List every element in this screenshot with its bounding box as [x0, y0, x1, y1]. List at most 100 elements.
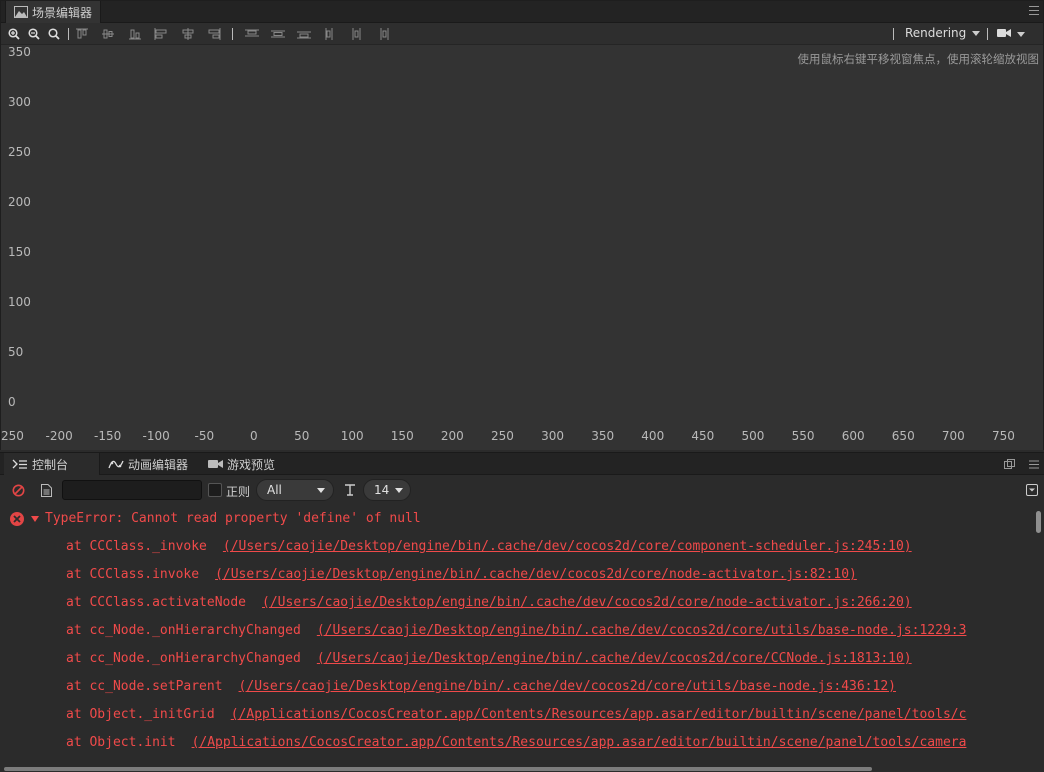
stack-frame-path-link[interactable]: (/Users/caojie/Desktop/engine/bin/.cache… — [223, 539, 912, 554]
font-size-icon — [343, 483, 357, 497]
x-tick-label: 350 — [591, 429, 615, 443]
x-tick-label: 500 — [741, 429, 765, 443]
x-tick-label: 550 — [791, 429, 815, 443]
stack-frame-function: at cc_Node._onHierarchyChanged — [66, 623, 301, 638]
stack-frame-function: at Object.init — [66, 735, 176, 750]
x-tick-label: 250 — [491, 429, 514, 443]
error-entry-header[interactable]: TypeError: Cannot read property 'define'… — [10, 511, 421, 526]
video-icon — [208, 459, 223, 469]
distribute-right-icon[interactable] — [376, 27, 390, 41]
console-panel: 控制台 动画编辑器 游戏预览 正则 All 14 TypeError: Cann… — [0, 452, 1044, 772]
chevron-down-icon — [1017, 31, 1025, 37]
toolbar-divider — [987, 28, 988, 40]
stack-frame: at cc_Node._onHierarchyChanged (/Users/ca… — [66, 623, 966, 638]
zoom-out-icon[interactable] — [27, 27, 41, 41]
console-log[interactable]: TypeError: Cannot read property 'define'… — [0, 509, 1034, 757]
stack-frame-path-link[interactable]: (/Applications/CocosCreator.app/Contents… — [192, 735, 967, 750]
scene-canvas[interactable]: 使用鼠标右键平移视窗焦点，使用滚轮缩放视图 350 300 250 200 150 100… — [1, 45, 1043, 450]
console-vertical-scrollbar[interactable] — [1036, 509, 1041, 757]
regex-label: 正则 — [226, 485, 251, 499]
align-h-center-icon[interactable] — [181, 27, 195, 41]
console-horizontal-scrollbar[interactable] — [4, 767, 1040, 771]
animation-icon — [108, 459, 124, 470]
x-tick-label: -50 — [194, 429, 215, 443]
collapse-all-icon[interactable] — [1025, 483, 1039, 497]
y-tick-label: 250 — [8, 145, 31, 159]
x-tick-label: -200 — [45, 429, 73, 443]
distribute-top-icon[interactable] — [245, 27, 259, 41]
align-left-icon[interactable] — [154, 27, 168, 41]
x-tick-label: 300 — [541, 429, 564, 443]
console-toolbar: 正则 All 14 — [0, 476, 1044, 504]
panel-menu-icon[interactable] — [1029, 6, 1039, 16]
stack-frame-function: at Object._initGrid — [66, 707, 215, 722]
y-tick-label: 350 — [8, 45, 31, 59]
popout-icon[interactable] — [1004, 458, 1016, 470]
stack-frame-function: at CCClass._invoke — [66, 539, 207, 554]
stack-frame-path-link[interactable]: (/Users/caojie/Desktop/engine/bin/.cache… — [317, 651, 912, 666]
x-tick-label: 600 — [841, 429, 865, 443]
zoom-in-icon[interactable] — [7, 27, 21, 41]
scene-editor-panel: 场景编辑器 Rendering 使用鼠标右键平移视窗焦点，使用滚轮缩放视图 35… — [0, 0, 1044, 450]
x-tick-label: 650 — [891, 429, 915, 443]
font-size-select[interactable]: 14 — [363, 479, 411, 501]
stack-frame-path-link[interactable]: (/Users/caojie/Desktop/engine/bin/.cache… — [317, 623, 967, 638]
align-bottom-icon[interactable] — [128, 27, 142, 41]
align-right-icon[interactable] — [207, 27, 221, 41]
zoom-reset-icon[interactable] — [47, 27, 61, 41]
distribute-v-center-icon[interactable] — [271, 27, 285, 41]
navigation-hint: 使用鼠标右键平移视窗焦点，使用滚轮缩放视图 — [797, 52, 1040, 66]
scene-tabbar: 场景编辑器 — [1, 1, 1043, 23]
x-tick-label: 100 — [340, 429, 364, 443]
y-tick-label: 50 — [8, 345, 24, 359]
stack-frame-function: at CCClass.invoke — [66, 567, 200, 582]
x-tick-label: -100 — [142, 429, 170, 443]
scene-tab-label: 场景编辑器 — [32, 5, 93, 20]
stack-frame-path-link[interactable]: (/Users/caojie/Desktop/engine/bin/.cache… — [215, 567, 857, 582]
x-tick-label: 750 — [992, 429, 1015, 443]
filter-input[interactable] — [62, 480, 202, 500]
y-tick-label: 300 — [8, 95, 31, 109]
chevron-down-icon — [972, 30, 981, 36]
x-tick-label: 700 — [941, 429, 965, 443]
distribute-bottom-icon[interactable] — [297, 27, 311, 41]
tab-game-preview[interactable]: 游戏预览 — [200, 453, 283, 475]
stack-frame-path-link[interactable]: (/Users/caojie/Desktop/engine/bin/.cache… — [239, 679, 896, 694]
log-level-value: All — [267, 483, 282, 497]
font-size-value: 14 — [374, 483, 390, 497]
scene-icon — [14, 6, 28, 18]
rendering-dropdown[interactable]: Rendering — [905, 26, 981, 40]
stack-frame-path-link[interactable]: (/Applications/CocosCreator.app/Contents… — [231, 707, 967, 722]
rendering-label: Rendering — [905, 26, 967, 40]
stack-frame-path-link[interactable]: (/Users/caojie/Desktop/engine/bin/.cache… — [262, 595, 912, 610]
y-tick-label: 0 — [8, 395, 16, 409]
stack-frame-function: at cc_Node._onHierarchyChanged — [66, 651, 301, 666]
tab-animation-editor[interactable]: 动画编辑器 — [100, 453, 196, 475]
stack-frame: at CCClass._invoke (/Users/caojie/Desktop… — [66, 539, 912, 554]
panel-menu-icon[interactable] — [1029, 458, 1041, 470]
toolbar-divider — [232, 28, 233, 40]
distribute-h-center-icon[interactable] — [350, 27, 364, 41]
open-log-file-icon[interactable] — [39, 483, 53, 497]
console-tabbar: 控制台 动画编辑器 游戏预览 — [0, 453, 1044, 475]
regex-checkbox[interactable] — [208, 483, 222, 497]
clear-console-icon[interactable] — [11, 483, 25, 497]
chevron-down-icon — [317, 487, 325, 493]
stack-frame: at CCClass.activateNode (/Users/caojie/De… — [66, 595, 912, 610]
x-tick-label: 0 — [250, 429, 258, 443]
tab-scene-editor[interactable]: 场景编辑器 — [5, 1, 102, 23]
stack-frame-function: at cc_Node.setParent — [66, 679, 223, 694]
align-top-icon[interactable] — [75, 27, 89, 41]
scene-toolbar: Rendering — [1, 23, 1043, 45]
y-tick-label: 150 — [8, 245, 31, 259]
log-level-select[interactable]: All — [256, 479, 334, 501]
align-v-center-icon[interactable] — [101, 27, 115, 41]
chevron-down-icon — [395, 487, 404, 493]
tab-console[interactable]: 控制台 — [4, 453, 100, 475]
expand-triangle-icon[interactable] — [31, 515, 39, 522]
camera-dropdown[interactable] — [997, 27, 1025, 41]
error-message: TypeError: Cannot read property 'define'… — [45, 511, 421, 526]
distribute-left-icon[interactable] — [324, 27, 338, 41]
error-icon — [10, 511, 24, 526]
x-tick-label: 250 — [1, 429, 24, 443]
